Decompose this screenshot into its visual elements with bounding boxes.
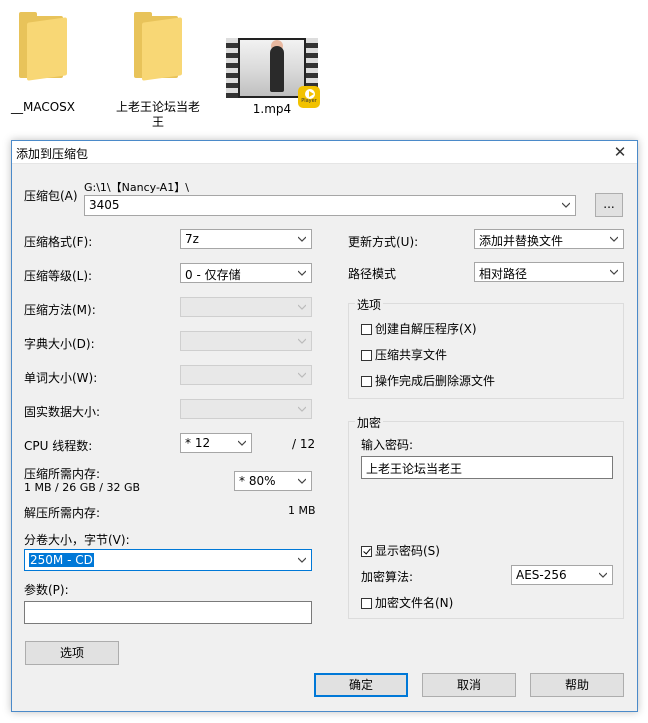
- chevron-down-icon[interactable]: [298, 269, 306, 277]
- archive-label: 压缩包(A): [24, 189, 78, 203]
- chevron-down-icon: [298, 371, 306, 379]
- level-label: 压缩等级(L):: [24, 269, 93, 283]
- chevron-down-icon[interactable]: [298, 477, 306, 485]
- add-to-archive-dialog: 添加到压缩包 ✕ 压缩包(A) G:\1\【Nancy-A1】\ 3405 ..…: [11, 140, 638, 712]
- folder-icon: [130, 10, 186, 81]
- format-label: 压缩格式(F):: [24, 235, 93, 249]
- path-mode-value: 相对路径: [479, 267, 528, 281]
- shared-files-checkbox-label: 压缩共享文件: [375, 348, 448, 362]
- update-mode-combo[interactable]: 添加并替换文件: [474, 229, 624, 249]
- method-combo[interactable]: [180, 297, 312, 317]
- delete-after-checkbox[interactable]: 操作完成后删除源文件: [361, 372, 495, 389]
- password-label: 输入密码:: [361, 438, 414, 452]
- ok-button[interactable]: 确定: [314, 673, 408, 697]
- cpu-threads-total: / 12: [292, 437, 316, 451]
- checkbox-box[interactable]: [361, 376, 372, 387]
- split-size-value: 250M - CD: [29, 553, 94, 567]
- title-bar: 添加到压缩包 ✕: [12, 141, 637, 164]
- password-input[interactable]: 上老王论坛当老王: [361, 456, 613, 479]
- method-label: 压缩方法(M):: [24, 303, 96, 317]
- split-size-selected-text: 250M - CD: [29, 553, 94, 567]
- word-size-combo[interactable]: [180, 365, 312, 385]
- compress-memory-detail: 1 MB / 26 GB / 32 GB: [24, 481, 141, 494]
- memory-percent-value: * 80%: [239, 474, 276, 488]
- compress-memory-label: 压缩所需内存:: [24, 467, 101, 481]
- options-group: 选项 创建自解压程序(X) 压缩共享文件 操作完成后删除源文件: [348, 296, 624, 399]
- chevron-down-icon[interactable]: [599, 571, 607, 579]
- close-icon[interactable]: ✕: [609, 141, 631, 163]
- chevron-down-icon[interactable]: [298, 556, 306, 564]
- sfx-checkbox-label: 创建自解压程序(X): [375, 322, 477, 336]
- memory-percent-combo[interactable]: * 80%: [234, 471, 312, 491]
- encryption-method-value: AES-256: [516, 568, 567, 582]
- desktop-item-label: 上老王论坛当老王: [115, 100, 200, 129]
- word-size-label: 单词大小(W):: [24, 371, 98, 385]
- archive-path: G:\1\【Nancy-A1】\: [84, 181, 189, 194]
- parameters-input[interactable]: [24, 601, 312, 624]
- update-mode-value: 添加并替换文件: [479, 234, 564, 248]
- checkbox-box[interactable]: [361, 324, 372, 335]
- format-combo[interactable]: 7z: [180, 229, 312, 249]
- player-badge-icon: Player: [298, 86, 320, 108]
- archive-name-combo[interactable]: 3405: [84, 195, 576, 216]
- cpu-threads-combo[interactable]: * 12: [180, 433, 252, 453]
- chevron-down-icon[interactable]: [610, 235, 618, 243]
- chevron-down-icon: [298, 337, 306, 345]
- desktop-item-macosx[interactable]: __MACOSX: [6, 10, 80, 115]
- chevron-down-icon[interactable]: [238, 439, 246, 447]
- parameters-label: 参数(P):: [24, 583, 69, 597]
- chevron-down-icon: [298, 303, 306, 311]
- checkbox-checked-icon[interactable]: [361, 546, 372, 557]
- chevron-down-icon[interactable]: [298, 235, 306, 243]
- delete-after-checkbox-label: 操作完成后删除源文件: [375, 374, 496, 388]
- sfx-checkbox[interactable]: 创建自解压程序(X): [361, 320, 477, 337]
- password-value: 上老王论坛当老王: [366, 462, 463, 476]
- checkbox-box[interactable]: [361, 350, 372, 361]
- chevron-down-icon: [298, 405, 306, 413]
- options-group-title: 选项: [355, 296, 384, 313]
- split-size-combo[interactable]: 250M - CD: [24, 549, 312, 571]
- desktop-item-label: __MACOSX: [10, 100, 75, 114]
- split-size-label: 分卷大小，字节(V):: [24, 533, 130, 547]
- decompress-memory-label: 解压所需内存:: [24, 506, 101, 520]
- path-mode-combo[interactable]: 相对路径: [474, 262, 624, 282]
- archive-name-value: 3405: [89, 198, 120, 212]
- cpu-threads-value: * 12: [185, 436, 211, 450]
- encryption-group-title: 加密: [355, 414, 384, 431]
- dictionary-combo[interactable]: [180, 331, 312, 351]
- solid-size-label: 固实数据大小:: [24, 405, 101, 419]
- browse-button[interactable]: ...: [595, 193, 623, 217]
- chevron-down-icon[interactable]: [610, 268, 618, 276]
- show-password-label: 显示密码(S): [375, 544, 440, 558]
- level-value: 0 - 仅存储: [185, 268, 241, 282]
- update-mode-label: 更新方式(U):: [348, 235, 419, 249]
- solid-size-combo[interactable]: [180, 399, 312, 419]
- level-combo[interactable]: 0 - 仅存储: [180, 263, 312, 283]
- dialog-title: 添加到压缩包: [16, 147, 89, 161]
- encrypt-filenames-label: 加密文件名(N): [375, 596, 454, 610]
- format-value: 7z: [185, 232, 199, 246]
- desktop-item-folder[interactable]: 上老王论坛当老王: [112, 10, 204, 130]
- show-password-checkbox[interactable]: 显示密码(S): [361, 542, 440, 559]
- encrypt-filenames-checkbox[interactable]: 加密文件名(N): [361, 594, 453, 611]
- cpu-threads-label: CPU 线程数:: [24, 439, 93, 453]
- help-button[interactable]: 帮助: [530, 673, 624, 697]
- path-mode-label: 路径模式: [348, 267, 397, 281]
- video-thumbnail-icon: Player: [226, 38, 320, 108]
- dictionary-label: 字典大小(D):: [24, 337, 95, 351]
- checkbox-box[interactable]: [361, 598, 372, 609]
- encryption-group: 加密 输入密码: 上老王论坛当老王 显示密码(S) 加密算法: AES-256 …: [348, 414, 624, 619]
- desktop-item-video[interactable]: Player 1.mp4: [222, 38, 322, 117]
- encryption-method-combo[interactable]: AES-256: [511, 565, 613, 585]
- encryption-method-label: 加密算法:: [361, 570, 414, 584]
- options-button[interactable]: 选项: [25, 641, 119, 665]
- decompress-memory-value: 1 MB: [288, 504, 316, 517]
- cancel-button[interactable]: 取消: [422, 673, 516, 697]
- folder-icon: [15, 10, 71, 81]
- shared-files-checkbox[interactable]: 压缩共享文件: [361, 346, 447, 363]
- chevron-down-icon[interactable]: [562, 201, 570, 209]
